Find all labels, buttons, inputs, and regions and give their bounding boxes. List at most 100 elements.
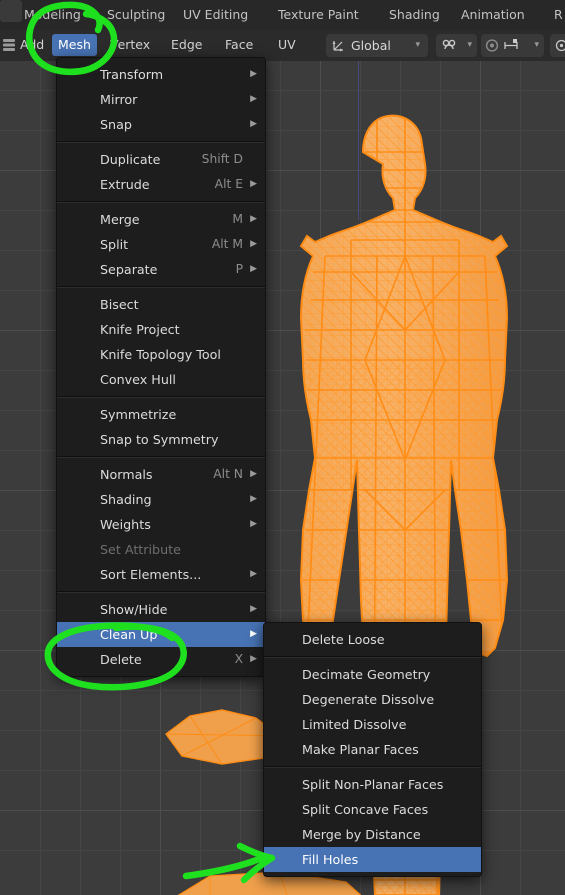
- menu-item-fill-holes[interactable]: Fill Holes: [264, 847, 481, 872]
- submenu-arrow-icon: ▶: [250, 214, 257, 224]
- menu-item-label: Delete: [100, 652, 142, 667]
- submenu-arrow-icon: ▶: [250, 604, 257, 614]
- menu-item-show-hide[interactable]: Show/Hide ▶: [57, 597, 265, 622]
- menu-item-label: Weights: [100, 517, 151, 532]
- menu-item-shortcut: Alt E: [214, 177, 243, 191]
- menu-item-shortcut: P: [235, 262, 243, 276]
- menu-item-label: Degenerate Dissolve: [302, 692, 435, 707]
- submenu-arrow-icon: ▶: [250, 654, 257, 664]
- submenu-arrow-icon: ▶: [250, 264, 257, 274]
- menu-item-label: Snap to Symmetry: [100, 432, 219, 447]
- proportional-editing-widget[interactable]: ▾: [481, 34, 544, 57]
- submenu-arrow-icon: ▶: [250, 519, 257, 529]
- menu-item-label: Merge: [100, 212, 140, 227]
- menu-item-limited-dissolve[interactable]: Limited Dissolve: [264, 712, 481, 737]
- menu-item-split[interactable]: Split Alt M ▶: [57, 232, 265, 257]
- tab-texture-paint[interactable]: Texture Paint: [272, 0, 365, 30]
- menu-item-label: Snap: [100, 117, 132, 132]
- blender-window: Modeling Sculpting UV Editing Texture Pa…: [0, 0, 565, 895]
- menu-item-extrude[interactable]: Extrude Alt E ▶: [57, 172, 265, 197]
- menu-item-sort-elements[interactable]: Sort Elements... ▶: [57, 562, 265, 587]
- tab-animation[interactable]: Animation: [455, 0, 531, 30]
- snap-widget[interactable]: ▾: [436, 34, 477, 57]
- mirror-options-icon: [555, 39, 565, 52]
- menu-item-label: Merge by Distance: [302, 827, 421, 842]
- clean-up-submenu[interactable]: Delete Loose Decimate Geometry Degenerat…: [263, 622, 482, 877]
- menu-separator: [264, 766, 481, 768]
- menu-item-shading[interactable]: Shading ▶: [57, 487, 265, 512]
- submenu-arrow-icon: ▶: [250, 469, 257, 479]
- menu-item-degenerate-dissolve[interactable]: Degenerate Dissolve: [264, 687, 481, 712]
- menu-item-convex-hull[interactable]: Convex Hull: [57, 367, 265, 392]
- menu-item-label: Duplicate: [100, 152, 161, 167]
- menu-item-label: Transform: [100, 67, 164, 82]
- menu-item-label: Delete Loose: [302, 632, 385, 647]
- submenu-arrow-icon: ▶: [250, 179, 257, 189]
- menu-item-merge[interactable]: Merge M ▶: [57, 207, 265, 232]
- menu-item-label: Mirror: [100, 92, 138, 107]
- menu-item-shortcut: M: [232, 212, 243, 226]
- tab-rendering[interactable]: R: [548, 0, 565, 30]
- menu-item-symmetrize[interactable]: Symmetrize: [57, 402, 265, 427]
- submenu-arrow-icon: ▶: [250, 629, 257, 639]
- menu-item-delete[interactable]: Delete X ▶: [57, 647, 265, 672]
- menu-mesh[interactable]: Mesh: [52, 34, 97, 56]
- menu-separator: [57, 591, 265, 593]
- chevron-down-icon: ▾: [415, 40, 420, 50]
- menu-vertex[interactable]: Vertex: [104, 34, 156, 56]
- tab-uv-editing[interactable]: UV Editing: [177, 0, 254, 30]
- menu-item-label: Knife Topology Tool: [100, 347, 221, 362]
- menu-item-make-planar-faces[interactable]: Make Planar Faces: [264, 737, 481, 762]
- menu-item-label: Clean Up: [100, 627, 158, 642]
- menu-item-label: Convex Hull: [100, 372, 176, 387]
- mirror-options-widget[interactable]: [550, 34, 565, 57]
- menu-face[interactable]: Face: [219, 34, 259, 56]
- menu-item-decimate-geometry[interactable]: Decimate Geometry: [264, 662, 481, 687]
- menu-item-separate[interactable]: Separate P ▶: [57, 257, 265, 282]
- menu-item-mirror[interactable]: Mirror ▶: [57, 87, 265, 112]
- menu-item-snap-to-symmetry[interactable]: Snap to Symmetry: [57, 427, 265, 452]
- menu-separator: [264, 656, 481, 658]
- submenu-arrow-icon: ▶: [250, 494, 257, 504]
- chevron-down-icon: ▾: [534, 40, 539, 50]
- menu-item-shortcut: X: [234, 652, 243, 666]
- menu-item-bisect[interactable]: Bisect: [57, 292, 265, 317]
- menu-item-label: Decimate Geometry: [302, 667, 431, 682]
- menu-edge[interactable]: Edge: [165, 34, 208, 56]
- mesh-dropdown-menu[interactable]: Transform ▶ Mirror ▶ Snap ▶ Duplicate Sh…: [56, 57, 266, 677]
- menu-item-split-non-planar-faces[interactable]: Split Non-Planar Faces: [264, 772, 481, 797]
- menu-add[interactable]: Add: [14, 34, 50, 56]
- submenu-arrow-icon: ▶: [250, 239, 257, 249]
- menu-item-label: Show/Hide: [100, 602, 168, 617]
- menu-item-duplicate[interactable]: Duplicate Shift D: [57, 147, 265, 172]
- menu-item-label: Split: [100, 237, 129, 252]
- menu-item-label: Separate: [100, 262, 158, 277]
- submenu-arrow-icon: ▶: [250, 69, 257, 79]
- menu-item-split-concave-faces[interactable]: Split Concave Faces: [264, 797, 481, 822]
- menu-item-knife-topology-tool[interactable]: Knife Topology Tool: [57, 342, 265, 367]
- chevron-down-icon: ▾: [467, 40, 472, 50]
- menu-item-label: Normals: [100, 467, 153, 482]
- menu-item-label: Bisect: [100, 297, 139, 312]
- transform-orientation-widget[interactable]: Global ▾: [326, 34, 428, 57]
- menu-item-set-attribute: Set Attribute: [57, 537, 265, 562]
- orientation-value: Global: [351, 38, 391, 53]
- proportional-edit-icon: [485, 39, 499, 52]
- menu-item-weights[interactable]: Weights ▶: [57, 512, 265, 537]
- tab-sculpting[interactable]: Sculpting: [101, 0, 171, 30]
- tab-shading[interactable]: Shading: [383, 0, 446, 30]
- menu-item-snap[interactable]: Snap ▶: [57, 112, 265, 137]
- menu-item-transform[interactable]: Transform ▶: [57, 62, 265, 87]
- menu-item-label: Set Attribute: [100, 542, 181, 557]
- menu-item-delete-loose[interactable]: Delete Loose: [264, 627, 481, 652]
- menu-item-normals[interactable]: Normals Alt N ▶: [57, 462, 265, 487]
- submenu-arrow-icon: ▶: [250, 94, 257, 104]
- menu-item-label: Split Non-Planar Faces: [302, 777, 444, 792]
- menu-item-label: Make Planar Faces: [302, 742, 419, 757]
- menu-item-clean-up[interactable]: Clean Up ▶: [57, 622, 265, 647]
- menu-item-knife-project[interactable]: Knife Project: [57, 317, 265, 342]
- menu-separator: [57, 456, 265, 458]
- menu-uv[interactable]: UV: [272, 34, 302, 56]
- menu-item-merge-by-distance[interactable]: Merge by Distance: [264, 822, 481, 847]
- tab-modeling[interactable]: Modeling: [18, 0, 87, 30]
